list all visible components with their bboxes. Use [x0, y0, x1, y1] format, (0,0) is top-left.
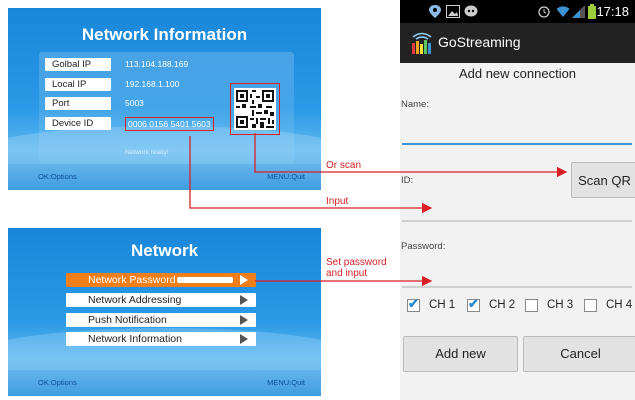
or-scan-annotation: Or scan — [326, 160, 362, 171]
or-scan-arrow — [254, 133, 568, 178]
set-password-annotation-line2: and input — [326, 268, 368, 279]
annotation-arrows — [189, 133, 568, 287]
input-annotation: Input — [326, 196, 349, 207]
set-password-annotation-line1: Set password — [326, 257, 387, 268]
